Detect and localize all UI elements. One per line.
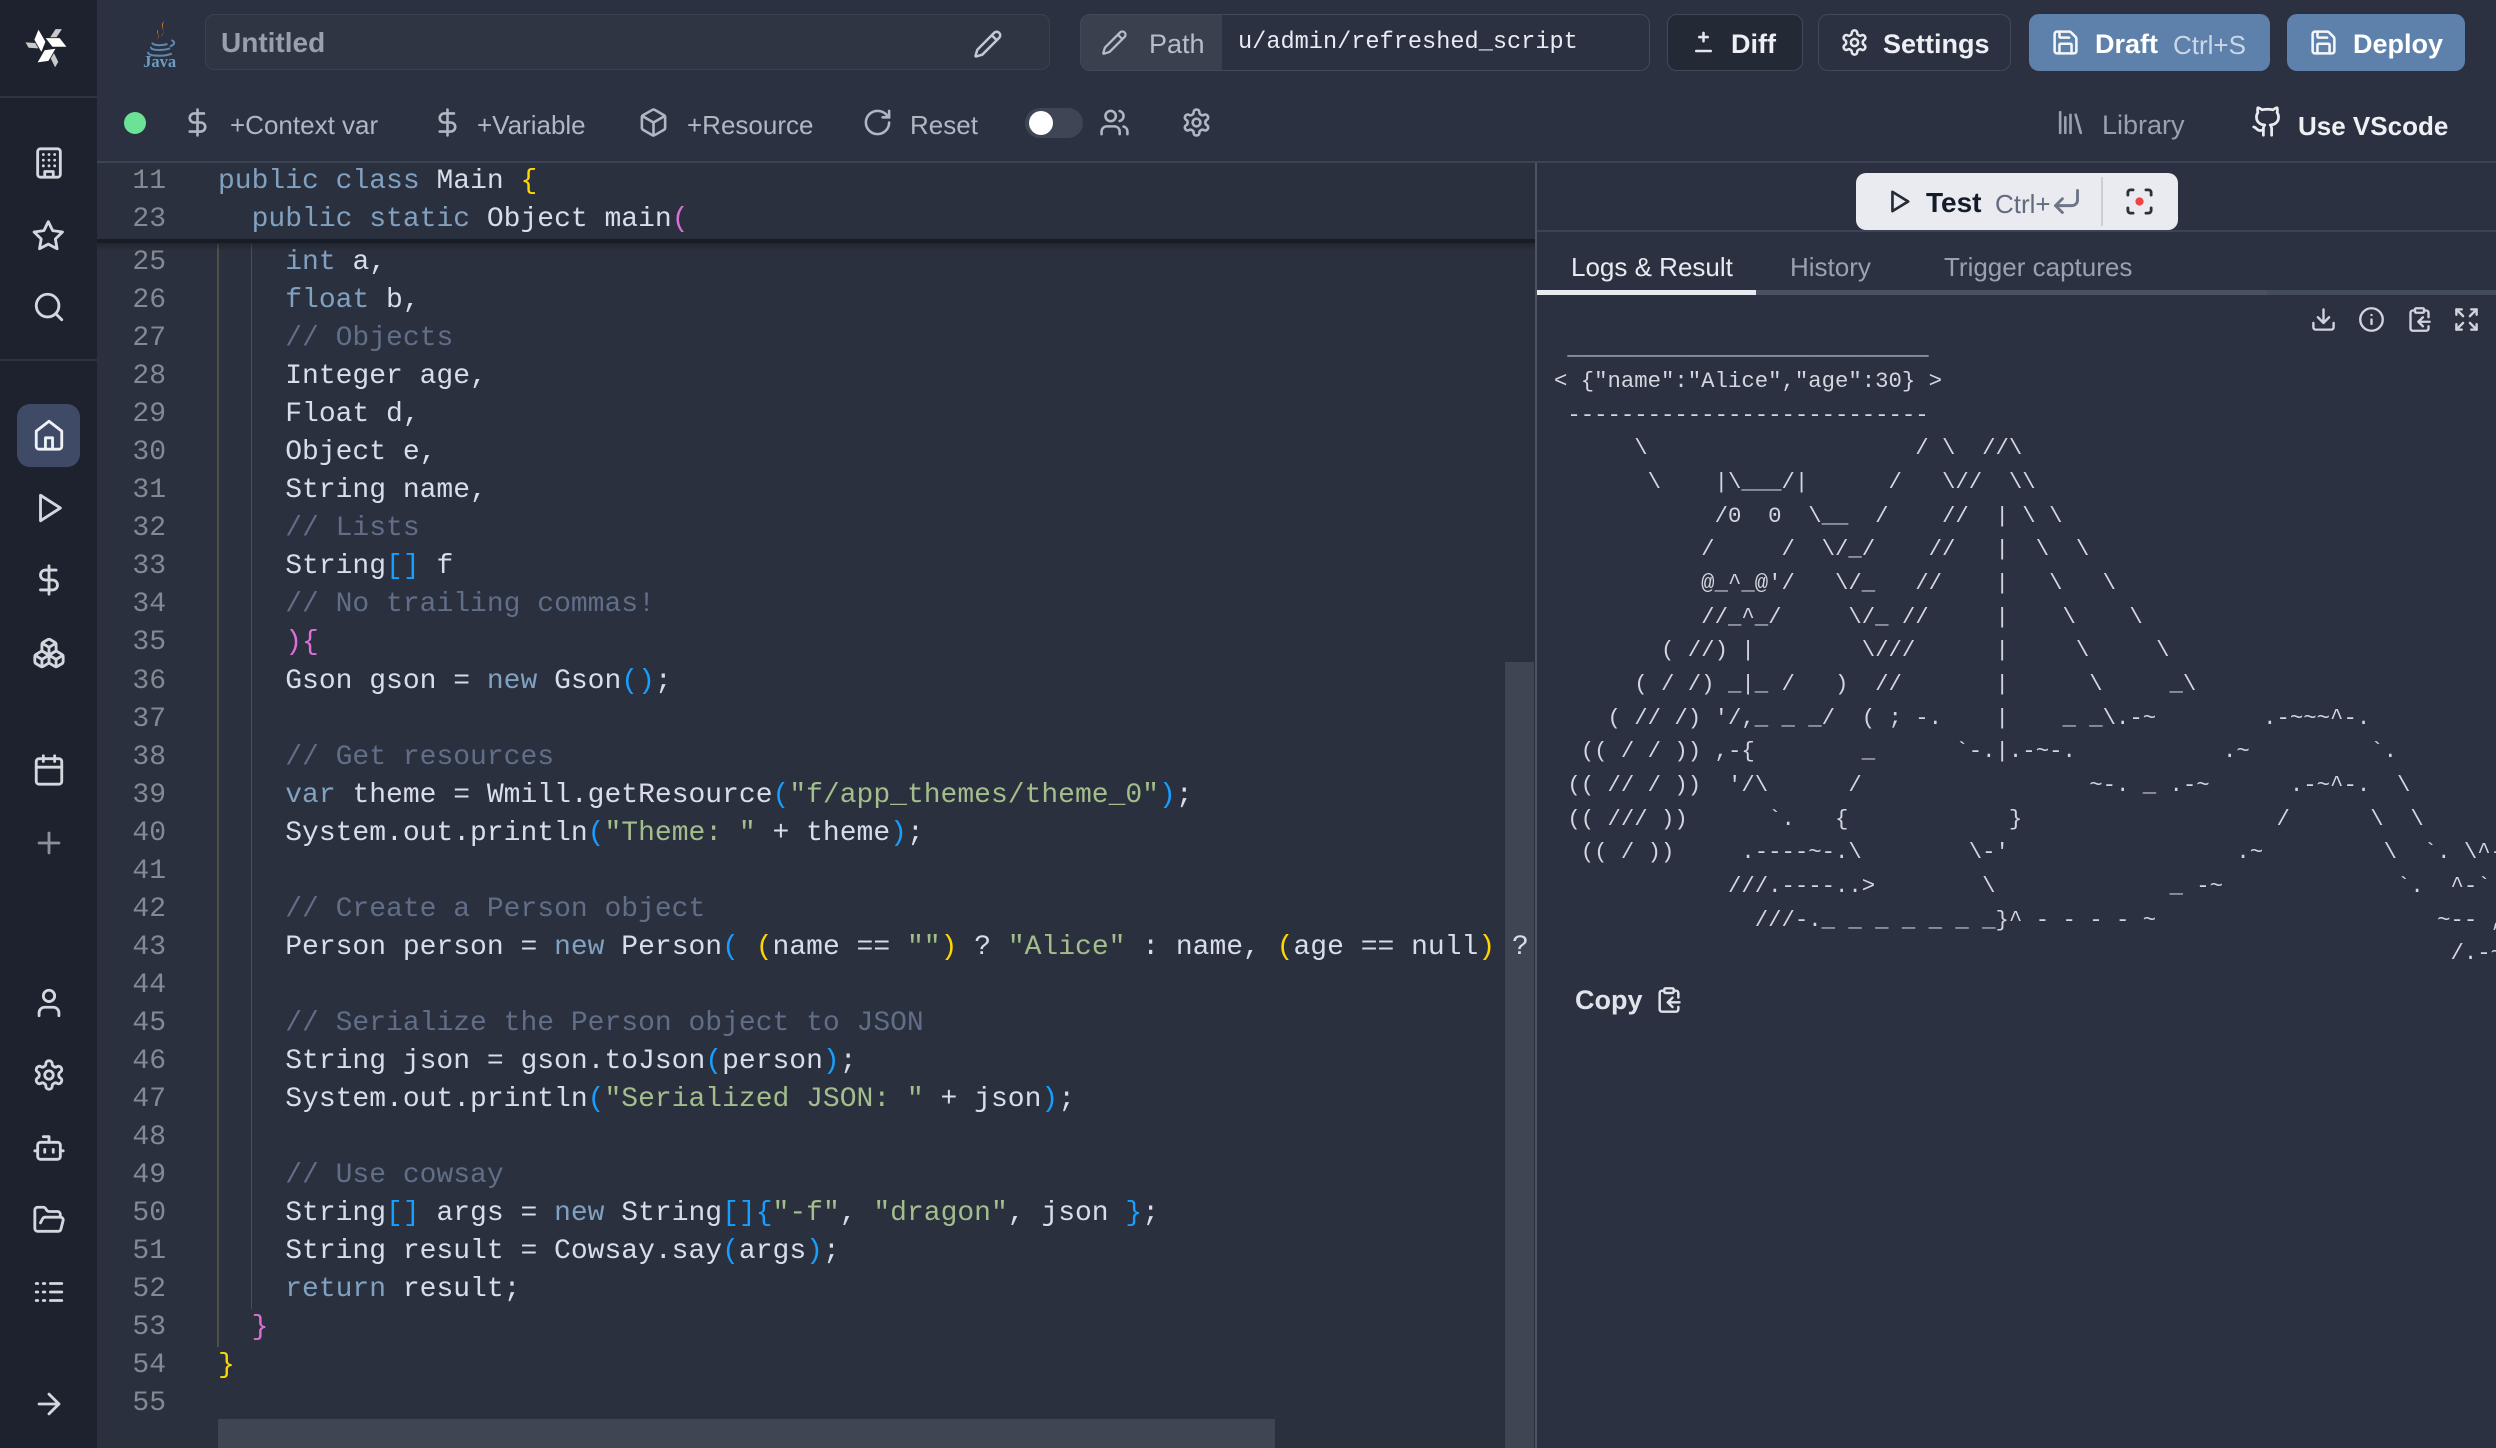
svg-text:Java: Java	[143, 52, 176, 70]
